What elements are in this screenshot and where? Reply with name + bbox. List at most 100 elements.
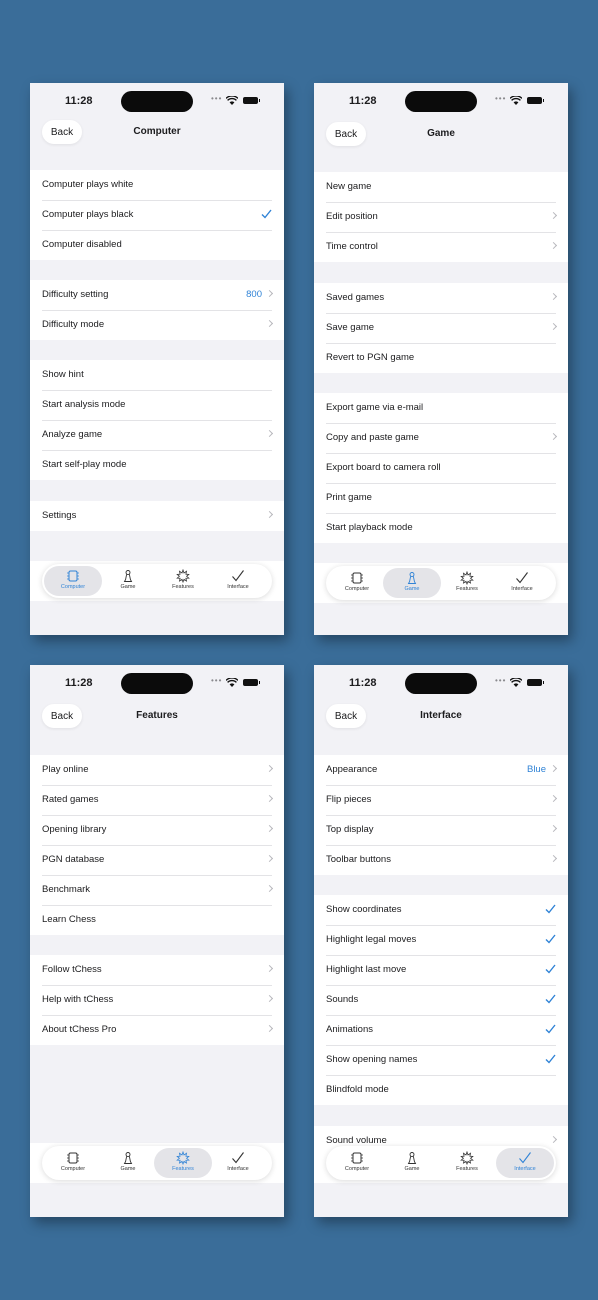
- row-toolbar-buttons[interactable]: Toolbar buttons: [314, 845, 568, 875]
- checkmark-icon: [545, 994, 556, 1004]
- tab-interface[interactable]: Interface: [209, 1148, 267, 1178]
- row-label: Revert to PGN game: [326, 352, 415, 363]
- row-label: New game: [326, 181, 372, 192]
- row-computer-plays-white[interactable]: Computer plays white: [30, 170, 284, 200]
- tab-label: Computer: [344, 586, 370, 592]
- row-about-tchess-pro[interactable]: About tChess Pro: [30, 1015, 284, 1045]
- tab-label: Computer: [60, 584, 86, 590]
- row-export-camera[interactable]: Export board to camera roll: [314, 453, 568, 483]
- chevron-right-icon: [265, 289, 274, 298]
- row-label: Computer disabled: [42, 239, 122, 250]
- row-opening-library[interactable]: Opening library: [30, 815, 284, 845]
- row-show-hint[interactable]: Show hint: [30, 360, 284, 390]
- status-time: 11:28: [65, 677, 93, 689]
- back-button[interactable]: Back: [326, 704, 366, 728]
- row-top-display[interactable]: Top display: [314, 815, 568, 845]
- chevron-right-icon: [265, 510, 274, 519]
- tab-interface[interactable]: Interface: [209, 566, 267, 596]
- row-follow-tchess[interactable]: Follow tChess: [30, 955, 284, 985]
- row-edit-position[interactable]: Edit position: [314, 202, 568, 232]
- chip-icon: [351, 1152, 363, 1164]
- battery-icon: [527, 97, 544, 104]
- row-sounds[interactable]: Sounds: [314, 985, 568, 1015]
- row-saved-games[interactable]: Saved games: [314, 283, 568, 313]
- row-export-email[interactable]: Export game via e-mail: [314, 393, 568, 423]
- tab-label: Game: [120, 584, 136, 590]
- tab-game[interactable]: Game: [99, 1148, 157, 1178]
- row-playback-mode[interactable]: Start playback mode: [314, 513, 568, 543]
- row-blindfold-mode[interactable]: Blindfold mode: [314, 1075, 568, 1105]
- row-benchmark[interactable]: Benchmark: [30, 875, 284, 905]
- row-computer-plays-black[interactable]: Computer plays black: [30, 200, 284, 230]
- computer-screen: 11:28 ••• Back Computer Computer plays w…: [30, 83, 284, 635]
- tab-label: Game: [404, 1166, 420, 1172]
- row-copy-paste[interactable]: Copy and paste game: [314, 423, 568, 453]
- tab-label: Interface: [227, 1166, 249, 1172]
- tab-interface[interactable]: Interface: [496, 1148, 554, 1178]
- row-difficulty-mode[interactable]: Difficulty mode: [30, 310, 284, 340]
- back-button[interactable]: Back: [326, 122, 366, 146]
- row-play-online[interactable]: Play online: [30, 755, 284, 785]
- tab-features[interactable]: Features: [154, 566, 212, 596]
- row-show-coordinates[interactable]: Show coordinates: [314, 895, 568, 925]
- tab-computer[interactable]: Computer: [44, 1148, 102, 1178]
- row-analyze-game[interactable]: Analyze game: [30, 420, 284, 450]
- checkmark-icon: [516, 572, 528, 584]
- row-rated-games[interactable]: Rated games: [30, 785, 284, 815]
- chevron-right-icon: [549, 1135, 558, 1144]
- row-label: Blindfold mode: [326, 1084, 389, 1095]
- tab-game[interactable]: Game: [383, 568, 441, 598]
- starburst-icon: [460, 571, 474, 585]
- checkmark-icon: [232, 570, 244, 582]
- chevron-right-icon: [549, 211, 558, 220]
- row-flip-pieces[interactable]: Flip pieces: [314, 785, 568, 815]
- row-animations[interactable]: Animations: [314, 1015, 568, 1045]
- row-new-game[interactable]: New game: [314, 172, 568, 202]
- tab-interface[interactable]: Interface: [493, 568, 551, 598]
- row-start-analysis[interactable]: Start analysis mode: [30, 390, 284, 420]
- tab-features[interactable]: Features: [438, 568, 496, 598]
- chip-icon: [67, 570, 79, 582]
- starburst-icon: [460, 1151, 474, 1165]
- tab-computer[interactable]: Computer: [44, 566, 102, 596]
- row-label: Difficulty mode: [42, 319, 105, 330]
- tab-features[interactable]: Features: [438, 1148, 496, 1178]
- row-save-game[interactable]: Save game: [314, 313, 568, 343]
- row-label: Show coordinates: [326, 904, 402, 915]
- row-computer-disabled[interactable]: Computer disabled: [30, 230, 284, 260]
- tab-label: Features: [172, 1166, 194, 1172]
- pawn-icon: [407, 572, 417, 584]
- row-print-game[interactable]: Print game: [314, 483, 568, 513]
- chevron-right-icon: [549, 854, 558, 863]
- row-settings[interactable]: Settings: [30, 501, 284, 531]
- tab-game[interactable]: Game: [383, 1148, 441, 1178]
- tab-computer[interactable]: Computer: [328, 1148, 386, 1178]
- tab-features[interactable]: Features: [154, 1148, 212, 1178]
- row-label: Flip pieces: [326, 794, 372, 805]
- row-time-control[interactable]: Time control: [314, 232, 568, 262]
- tab-bar: Computer Game Features Interface: [326, 566, 556, 600]
- battery-icon: [527, 679, 544, 686]
- wifi-icon: [226, 96, 238, 105]
- checkmark-icon: [545, 1024, 556, 1034]
- row-highlight-legal[interactable]: Highlight legal moves: [314, 925, 568, 955]
- back-button[interactable]: Back: [42, 704, 82, 728]
- row-pgn-database[interactable]: PGN database: [30, 845, 284, 875]
- row-learn-chess[interactable]: Learn Chess: [30, 905, 284, 935]
- back-button[interactable]: Back: [42, 120, 82, 144]
- row-appearance[interactable]: Appearance Blue: [314, 755, 568, 785]
- chevron-right-icon: [549, 322, 558, 331]
- row-difficulty-setting[interactable]: Difficulty setting 800: [30, 280, 284, 310]
- row-label: Computer plays white: [42, 179, 134, 190]
- tab-computer[interactable]: Computer: [328, 568, 386, 598]
- row-highlight-last[interactable]: Highlight last move: [314, 955, 568, 985]
- tab-game[interactable]: Game: [99, 566, 157, 596]
- row-label: Play online: [42, 764, 89, 775]
- row-revert-pgn[interactable]: Revert to PGN game: [314, 343, 568, 373]
- chevron-right-icon: [549, 824, 558, 833]
- tab-bar: Computer Game Features Interface: [42, 564, 272, 598]
- row-self-play[interactable]: Start self-play mode: [30, 450, 284, 480]
- row-help-tchess[interactable]: Help with tChess: [30, 985, 284, 1015]
- chevron-right-icon: [265, 884, 274, 893]
- row-opening-names[interactable]: Show opening names: [314, 1045, 568, 1075]
